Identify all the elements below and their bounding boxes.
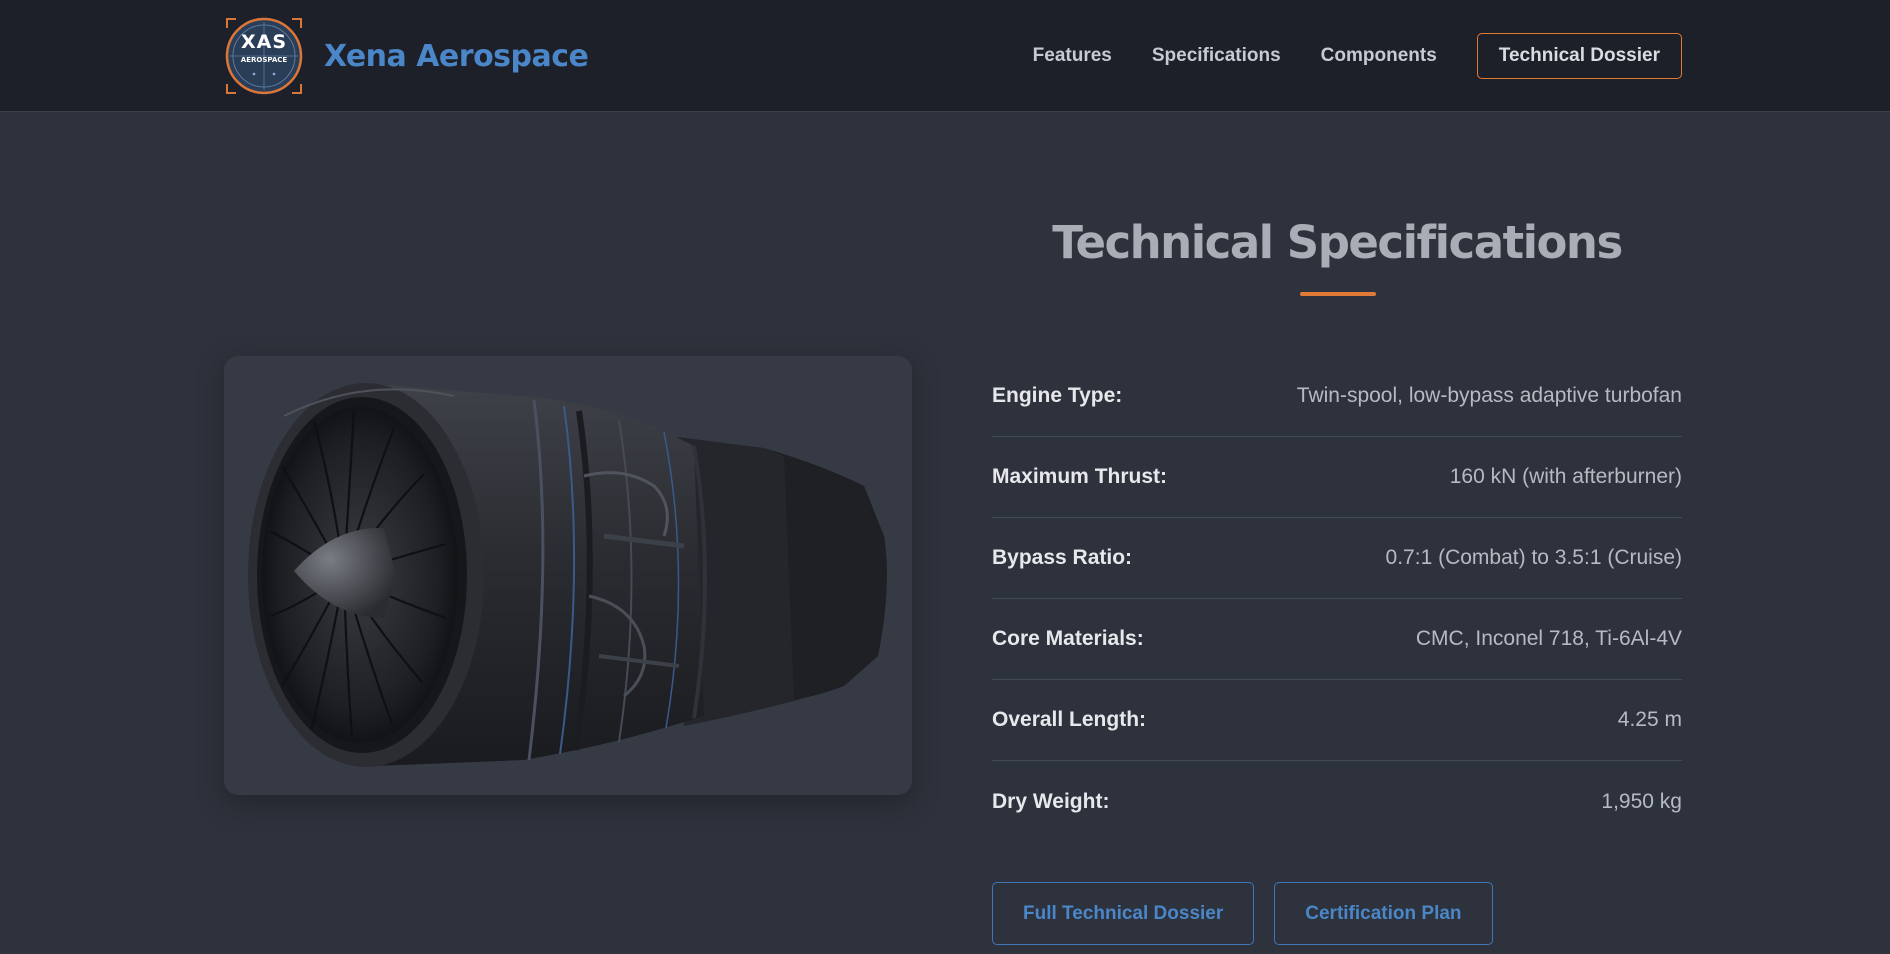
spec-row-dry-weight: Dry Weight: 1,950 kg bbox=[992, 761, 1682, 842]
logo-text-secondary: AEROSPACE bbox=[240, 56, 288, 64]
brand[interactable]: XAS AEROSPACE Xena Aerospace bbox=[224, 16, 589, 96]
spec-value: 160 kN (with afterburner) bbox=[1449, 465, 1682, 488]
spec-label: Dry Weight: bbox=[992, 789, 1110, 813]
spec-value: 4.25 m bbox=[1617, 708, 1682, 731]
turbofan-engine-image bbox=[248, 383, 887, 767]
full-technical-dossier-button[interactable]: Full Technical Dossier bbox=[992, 882, 1255, 945]
spec-row-core-materials: Core Materials: CMC, Inconel 718, Ti-6Al… bbox=[992, 599, 1682, 680]
certification-plan-button[interactable]: Certification Plan bbox=[1274, 882, 1493, 945]
page-title: Technical Specifications bbox=[1052, 216, 1623, 269]
xas-logo-icon[interactable]: XAS AEROSPACE bbox=[224, 16, 304, 96]
site-header: XAS AEROSPACE Xena Aerospace Features Sp… bbox=[0, 0, 1890, 112]
spec-value: Twin-spool, low-bypass adaptive turbofan bbox=[1296, 384, 1682, 407]
spec-value: CMC, Inconel 718, Ti-6Al-4V bbox=[1415, 627, 1682, 650]
spec-label: Bypass Ratio: bbox=[992, 546, 1133, 569]
action-buttons: Full Technical Dossier Certification Pla… bbox=[992, 882, 1513, 945]
main-nav: Features Specifications Components Techn… bbox=[993, 33, 1682, 79]
spec-list: Engine Type: Twin-spool, low-bypass adap… bbox=[992, 356, 1682, 842]
spec-label: Overall Length: bbox=[992, 708, 1147, 731]
spec-row-bypass-ratio: Bypass Ratio: 0.7:1 (Combat) to 3.5:1 (C… bbox=[992, 518, 1682, 599]
nav-specifications[interactable]: Specifications bbox=[1152, 45, 1281, 67]
spec-label: Engine Type: bbox=[992, 384, 1123, 407]
spec-label: Maximum Thrust: bbox=[992, 465, 1168, 488]
nav-components[interactable]: Components bbox=[1321, 45, 1437, 67]
nav-features[interactable]: Features bbox=[1033, 45, 1112, 67]
spec-row-overall-length: Overall Length: 4.25 m bbox=[992, 680, 1682, 761]
spec-value: 1,950 kg bbox=[1601, 789, 1682, 813]
logo-text-primary: XAS bbox=[240, 31, 288, 53]
brand-name[interactable]: Xena Aerospace bbox=[324, 39, 589, 74]
spec-label: Core Materials: bbox=[992, 627, 1144, 650]
spec-row-maximum-thrust: Maximum Thrust: 160 kN (with afterburner… bbox=[992, 437, 1682, 518]
engine-image-card bbox=[224, 356, 912, 795]
spec-value: 0.7:1 (Combat) to 3.5:1 (Cruise) bbox=[1385, 546, 1682, 569]
spec-row-engine-type: Engine Type: Twin-spool, low-bypass adap… bbox=[992, 356, 1682, 437]
title-underline bbox=[1300, 292, 1376, 296]
technical-dossier-button[interactable]: Technical Dossier bbox=[1476, 33, 1682, 79]
